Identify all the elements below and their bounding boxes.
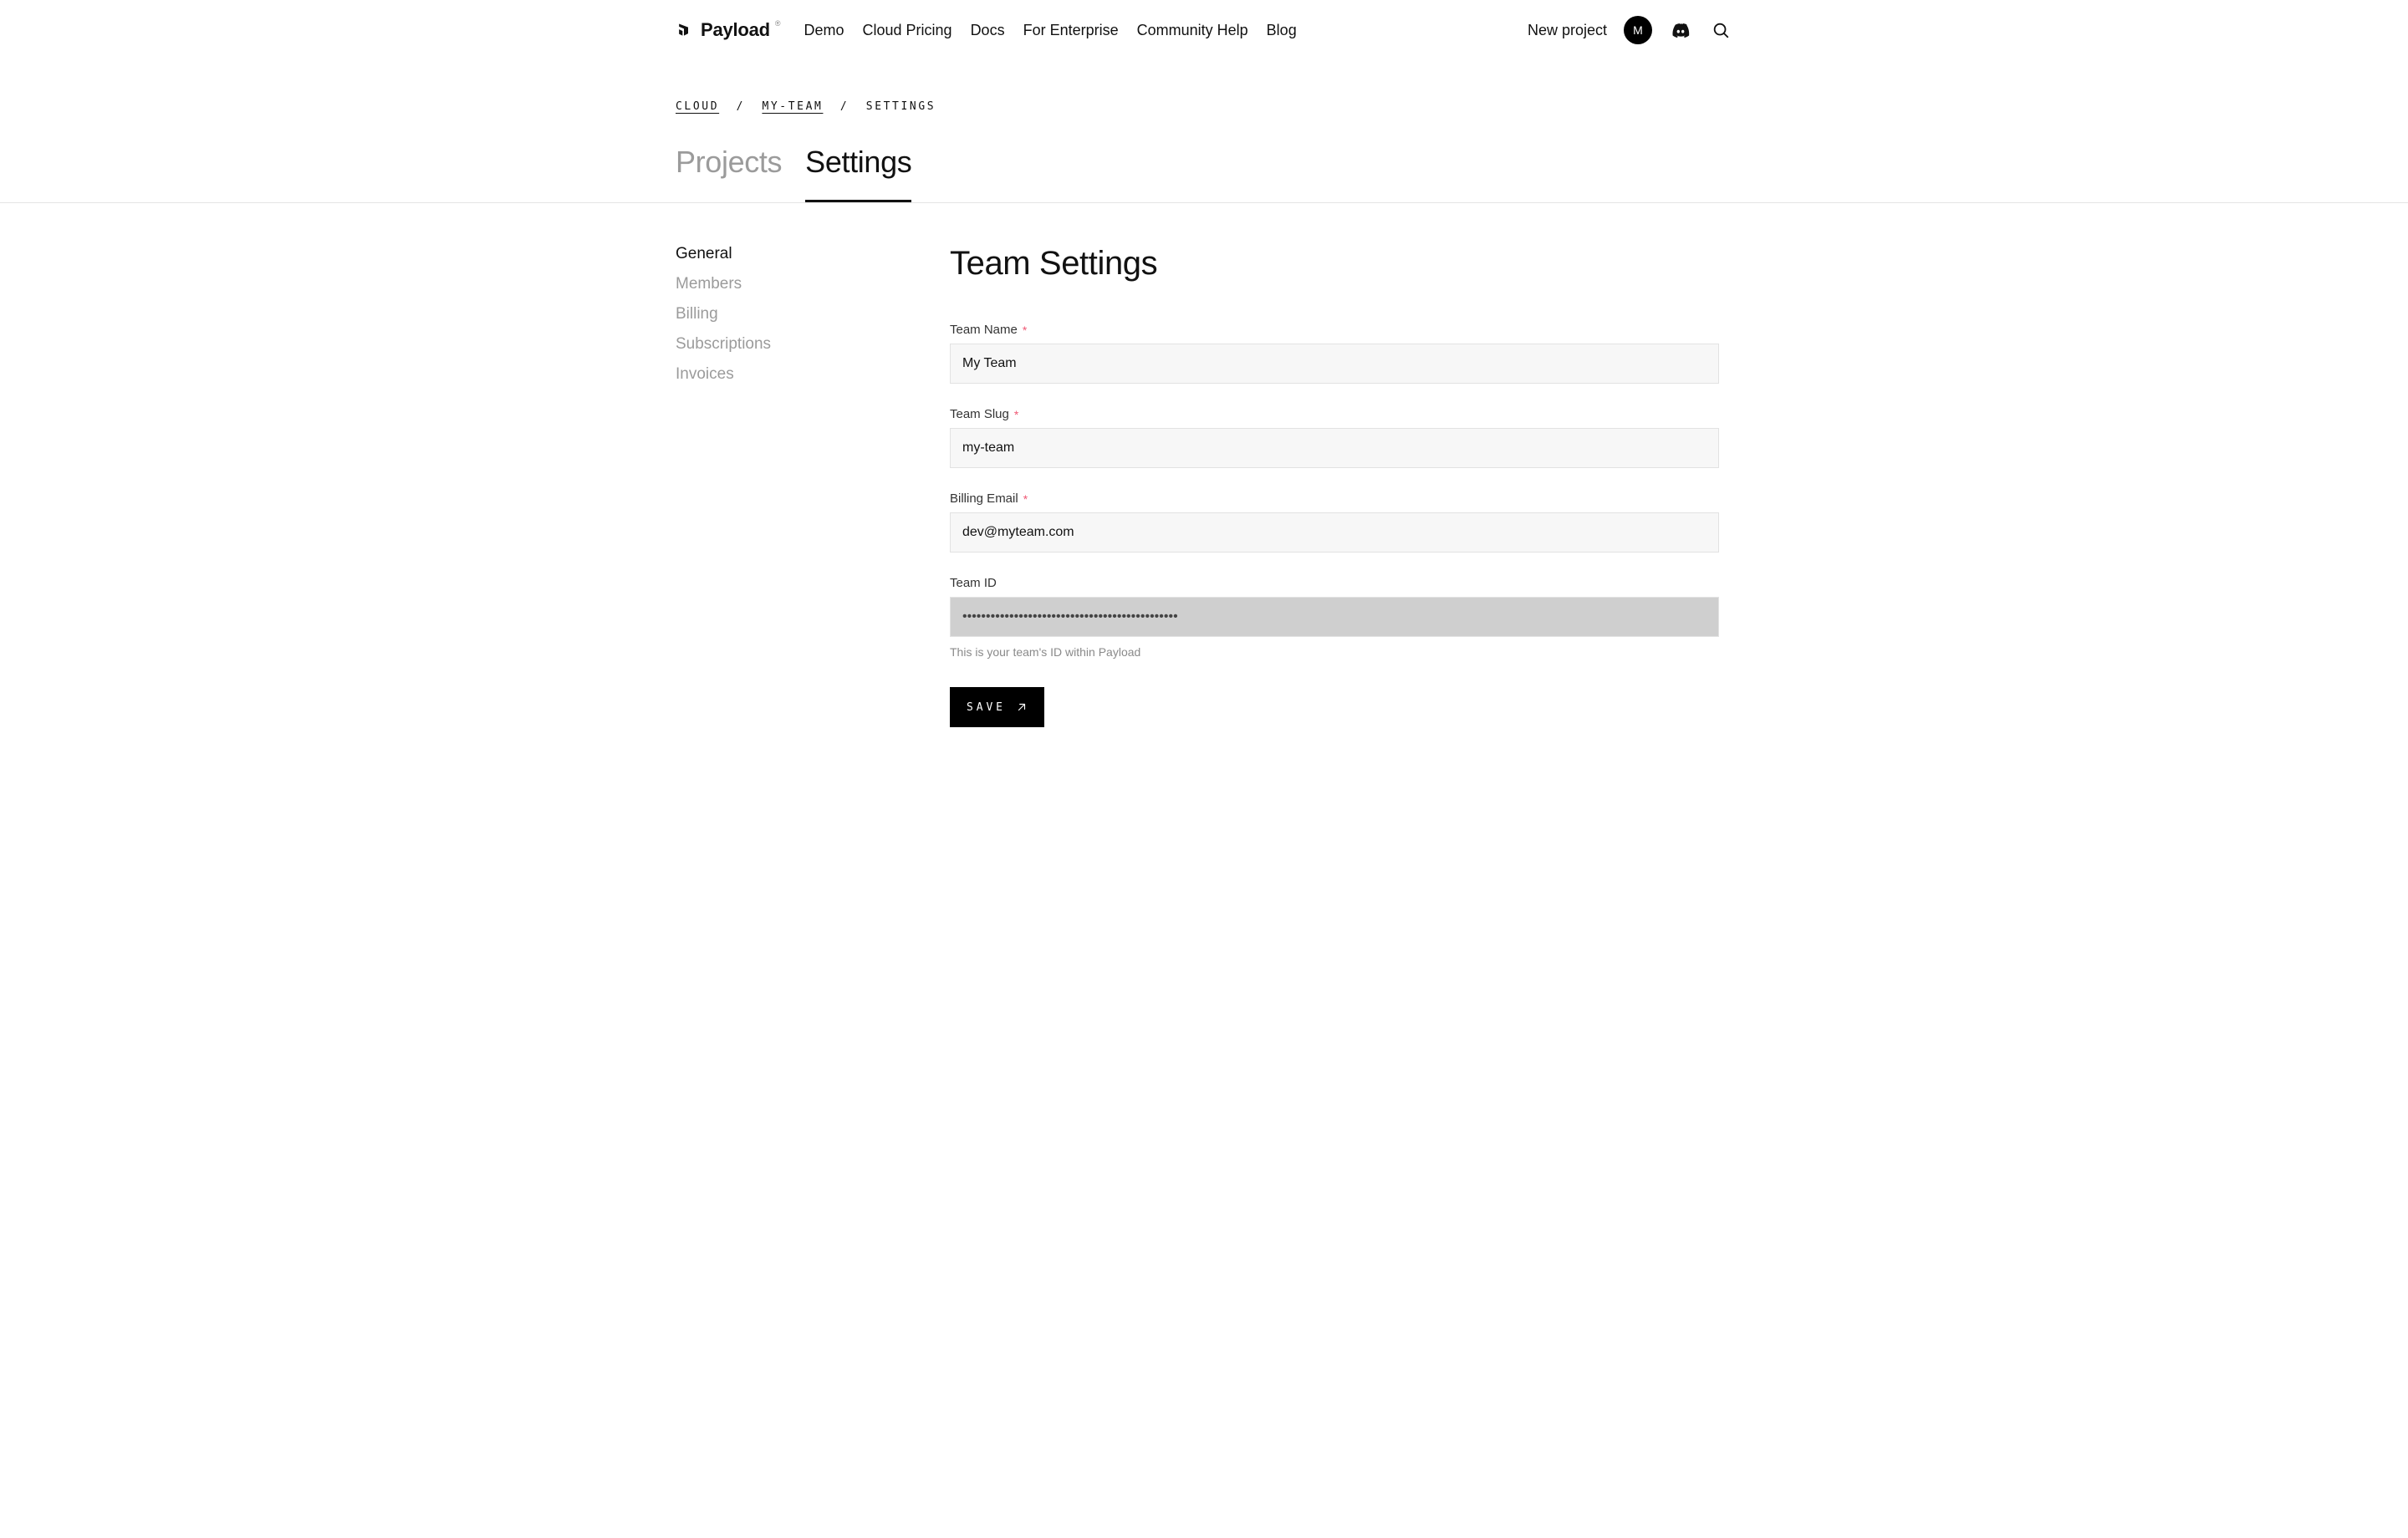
field-billing-email: Billing Email * <box>950 491 1719 553</box>
team-name-input[interactable] <box>950 344 1719 384</box>
brand-name: Payload <box>701 19 770 41</box>
nav-item-cloud-pricing[interactable]: Cloud Pricing <box>863 22 952 39</box>
tabs: Projects Settings <box>676 145 1732 202</box>
sidenav-item-general[interactable]: General <box>676 245 910 263</box>
label-billing-email: Billing Email <box>950 491 1018 506</box>
sidenav-item-invoices[interactable]: Invoices <box>676 365 910 384</box>
label-team-slug: Team Slug <box>950 407 1009 421</box>
billing-email-input[interactable] <box>950 512 1719 553</box>
brand-trademark: ® <box>775 19 781 28</box>
required-indicator: * <box>1023 493 1028 505</box>
team-id-input <box>950 597 1719 637</box>
team-slug-input[interactable] <box>950 428 1719 468</box>
discord-icon[interactable] <box>1669 18 1692 42</box>
nav-item-community-help[interactable]: Community Help <box>1137 22 1248 39</box>
nav-item-docs[interactable]: Docs <box>971 22 1005 39</box>
app-header: Payload ® Demo Cloud Pricing Docs For En… <box>676 0 1732 60</box>
sidenav-item-subscriptions[interactable]: Subscriptions <box>676 335 910 354</box>
settings-sidenav: General Members Billing Subscriptions In… <box>676 245 910 727</box>
breadcrumb-sep: / <box>840 100 849 113</box>
label-team-name: Team Name <box>950 323 1018 337</box>
primary-nav: Demo Cloud Pricing Docs For Enterprise C… <box>804 22 1296 39</box>
sidenav-item-members[interactable]: Members <box>676 275 910 293</box>
required-indicator: * <box>1023 324 1027 336</box>
breadcrumb-settings: SETTINGS <box>866 100 936 113</box>
breadcrumb-sep: / <box>737 100 745 113</box>
breadcrumb: CLOUD / MY-TEAM / SETTINGS <box>676 100 1732 113</box>
nav-item-demo[interactable]: Demo <box>804 22 844 39</box>
tab-settings[interactable]: Settings <box>805 145 911 202</box>
avatar[interactable]: M <box>1624 16 1652 44</box>
field-team-id: Team ID This is your team's ID within Pa… <box>950 576 1719 659</box>
team-id-hint: This is your team's ID within Payload <box>950 645 1719 659</box>
nav-item-for-enterprise[interactable]: For Enterprise <box>1023 22 1119 39</box>
search-icon[interactable] <box>1709 18 1732 42</box>
save-button-label: SAVE <box>967 701 1006 714</box>
save-button[interactable]: SAVE <box>950 687 1044 727</box>
brand-mark-icon <box>676 22 692 38</box>
brand-link[interactable]: Payload ® <box>676 19 783 41</box>
label-team-id: Team ID <box>950 576 997 590</box>
arrow-up-right-icon <box>1016 701 1028 713</box>
field-team-slug: Team Slug * <box>950 407 1719 468</box>
nav-item-blog[interactable]: Blog <box>1267 22 1297 39</box>
field-team-name: Team Name * <box>950 323 1719 384</box>
tab-projects[interactable]: Projects <box>676 145 782 202</box>
breadcrumb-cloud[interactable]: CLOUD <box>676 100 719 113</box>
new-project-link[interactable]: New project <box>1528 22 1607 39</box>
page-title: Team Settings <box>950 245 1719 283</box>
settings-content: Team Settings Team Name * Team Slug * Bi… <box>950 245 1719 727</box>
breadcrumb-my-team[interactable]: MY-TEAM <box>762 100 823 113</box>
required-indicator: * <box>1014 409 1018 420</box>
sidenav-item-billing[interactable]: Billing <box>676 305 910 323</box>
